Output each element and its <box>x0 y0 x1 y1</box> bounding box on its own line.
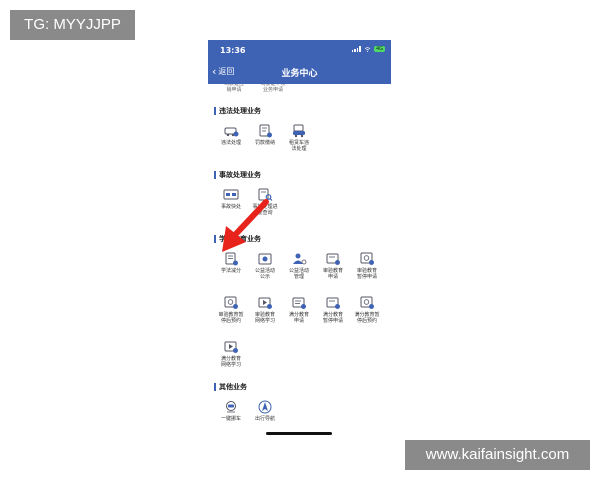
item-label: 学法减分 <box>220 268 241 274</box>
full-score-apply-icon <box>292 297 306 309</box>
item-label: 出行导航 <box>254 416 275 422</box>
section-title-violation: 违法处理业务 <box>214 106 261 116</box>
navigation-icon <box>258 400 272 414</box>
page-title: 业务中心 <box>281 69 318 79</box>
service-item-move-car[interactable]: 一键挪车 <box>214 400 248 422</box>
item-label: 满分教育 网络学习 <box>220 356 241 368</box>
service-item-study-deduct[interactable]: 学法减分 <box>214 252 248 274</box>
service-item-navigation[interactable]: 出行导航 <box>248 400 282 422</box>
move-car-icon <box>226 401 236 413</box>
watermark-bottom-right: www.kaifainsight.com <box>405 440 590 470</box>
full-score-online-icon <box>224 341 238 353</box>
service-item-review-apply[interactable]: 审验教育 申请 <box>316 252 350 280</box>
item-label: 违法处理 <box>220 140 241 146</box>
section-title-accident: 事故处理业务 <box>214 170 261 180</box>
item-label: 罚款缴纳 <box>254 140 275 146</box>
service-item-review-online[interactable]: 审验教育 网络学习 <box>248 296 282 324</box>
partial-item-label[interactable]: 驾驶证申领 业务申请 <box>256 84 290 93</box>
item-label: 满分教育 申请 <box>288 312 309 324</box>
item-label: 满分教育 暂停申请 <box>322 312 343 324</box>
item-label: 公益活动 管理 <box>288 268 309 280</box>
service-item-violation[interactable]: 违法处理 <box>214 124 248 146</box>
public-welfare-icon <box>258 253 272 265</box>
study-deduct-icon <box>225 252 238 266</box>
full-score-appointment-icon <box>360 296 374 309</box>
item-label: 公益活动 公示 <box>254 268 275 280</box>
section-title-other: 其他业务 <box>214 382 247 392</box>
app-header: 13:36 4G ‹ 返回 业务中心 <box>208 40 391 84</box>
battery-indicator: 4G <box>373 46 385 52</box>
partial-item-label[interactable]: 驾驶证注 销申请 <box>217 84 251 93</box>
service-item-rental-violation[interactable]: 租赁车违 法处理 <box>282 124 316 152</box>
status-icons: 4G <box>351 46 385 52</box>
review-online-icon <box>258 297 272 309</box>
item-label: 满分教育暂 停后预约 <box>354 312 380 324</box>
red-arrow-annotation <box>222 199 269 252</box>
service-item-fine-payment[interactable]: 罚款缴纳 <box>248 124 282 146</box>
item-label: 审验教育暂 停后预约 <box>218 312 244 324</box>
review-pause-icon <box>360 252 374 265</box>
service-item-review-pause[interactable]: 审验教育 暂停申请 <box>350 252 384 280</box>
service-item-full-score-pause[interactable]: 满分教育 暂停申请 <box>316 296 350 324</box>
item-label: 一键挪车 <box>220 416 241 422</box>
service-item-welfare-manage[interactable]: 公益活动 管理 <box>282 252 316 280</box>
service-item-review-appointment[interactable]: 审验教育暂 停后预约 <box>214 296 248 324</box>
service-item-full-score-appointment[interactable]: 满分教育暂 停后预约 <box>350 296 384 324</box>
item-label: 审验教育 网络学习 <box>254 312 275 324</box>
wifi-icon <box>364 46 371 52</box>
item-label: 租赁车违 法处理 <box>288 140 309 152</box>
activity-manage-icon <box>293 253 307 265</box>
car-ticket-icon <box>224 127 239 137</box>
business-grid: 驾驶证注 销申请 驾驶证申领 业务申请 违法处理业务 违法处理 罚款缴纳 租赁车… <box>208 84 391 440</box>
rental-car-icon <box>293 124 305 138</box>
home-indicator <box>266 432 332 435</box>
item-label: 审验教育 暂停申请 <box>356 268 377 280</box>
service-item-full-score-online[interactable]: 满分教育 网络学习 <box>214 340 248 368</box>
review-education-icon <box>326 253 340 265</box>
status-time: 13:36 <box>220 46 246 55</box>
payment-document-icon <box>259 124 272 138</box>
service-item-full-score-apply[interactable]: 满分教育 申请 <box>282 296 316 324</box>
watermark-top-left: TG: MYYJJPP <box>10 10 135 40</box>
signal-icon <box>351 46 361 52</box>
full-score-pause-icon <box>326 297 340 309</box>
item-label: 审验教育 申请 <box>322 268 343 280</box>
service-item-welfare-public[interactable]: 公益活动 公示 <box>248 252 282 280</box>
review-appointment-icon <box>224 296 238 309</box>
